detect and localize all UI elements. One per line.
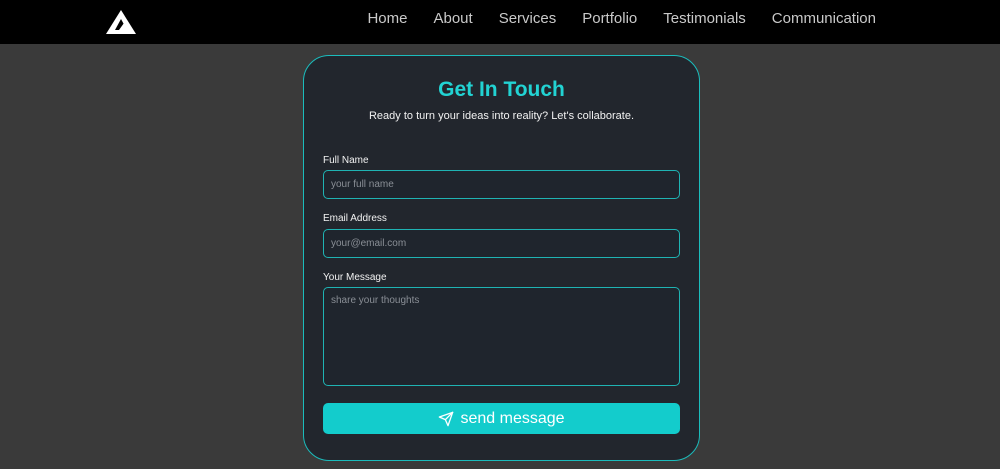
nav-link-services[interactable]: Services bbox=[499, 10, 557, 27]
navbar: Home About Services Portfolio Testimonia… bbox=[0, 0, 1000, 44]
full-name-label: Full Name bbox=[323, 155, 369, 166]
email-label: Email Address bbox=[323, 213, 387, 224]
full-name-input[interactable] bbox=[323, 170, 680, 199]
send-message-label: send message bbox=[460, 409, 565, 427]
nav-link-home[interactable]: Home bbox=[367, 10, 407, 27]
send-message-button[interactable]: send message bbox=[323, 403, 680, 434]
paper-plane-icon bbox=[438, 411, 454, 427]
message-label: Your Message bbox=[323, 272, 387, 283]
nav-link-testimonials[interactable]: Testimonials bbox=[663, 10, 746, 27]
email-input[interactable] bbox=[323, 229, 680, 258]
contact-subtitle: Ready to turn your ideas into reality? L… bbox=[368, 110, 635, 122]
contact-title: Get In Touch bbox=[438, 78, 565, 101]
message-textarea[interactable] bbox=[323, 287, 680, 386]
nav-link-about[interactable]: About bbox=[433, 10, 472, 27]
nav-links: Home About Services Portfolio Testimonia… bbox=[367, 0, 876, 36]
triangle-logo-icon bbox=[106, 10, 136, 34]
nav-link-portfolio[interactable]: Portfolio bbox=[582, 10, 637, 27]
contact-card: Get In Touch Ready to turn your ideas in… bbox=[303, 55, 700, 461]
nav-link-communication[interactable]: Communication bbox=[772, 10, 876, 27]
logo-icon[interactable] bbox=[105, 8, 137, 36]
